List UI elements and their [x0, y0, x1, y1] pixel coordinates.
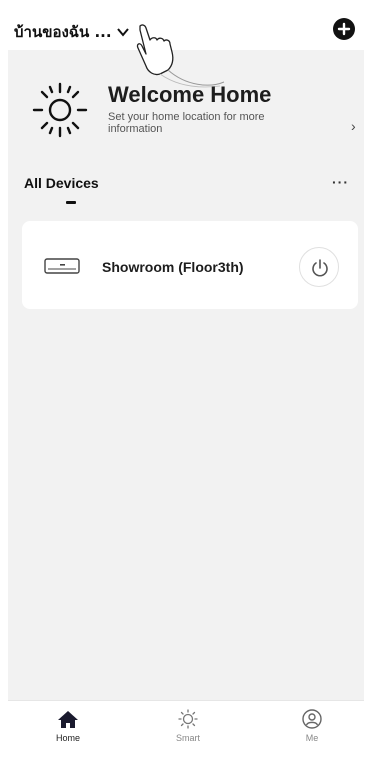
power-button[interactable]: [299, 247, 339, 287]
nav-smart[interactable]: Smart: [158, 709, 218, 743]
nav-home[interactable]: Home: [38, 709, 98, 743]
welcome-subtitle: Set your home location for more informat…: [108, 111, 265, 135]
home-icon: [58, 711, 78, 728]
nav-home-label: Home: [55, 733, 80, 743]
nav-me[interactable]: Me: [282, 709, 342, 743]
device-card[interactable]: Showroom (Floor3th): [22, 221, 358, 309]
bottom-nav: Home Smart Me: [8, 700, 364, 756]
nav-me-label: Me: [305, 733, 319, 743]
tab-indicator: [66, 201, 76, 204]
power-icon: [312, 259, 328, 277]
nav-smart-label: Smart: [175, 733, 200, 743]
home-name: บ้านของฉัน ...: [14, 23, 112, 41]
sun-icon: [32, 82, 88, 138]
app-screen: บ้านของฉัน ... Welcome Home Set your hom…: [8, 8, 364, 756]
welcome-title: Welcome Home: [108, 82, 272, 107]
device-name: Showroom (Floor3th): [102, 259, 244, 275]
sun-icon: [178, 709, 198, 729]
more-options-button[interactable]: ···: [332, 174, 349, 190]
plus-icon: [337, 22, 351, 36]
top-bar: บ้านของฉัน ...: [8, 8, 364, 50]
welcome-banner[interactable]: Welcome Home Set your home location for …: [8, 68, 364, 158]
add-button[interactable]: [333, 18, 355, 40]
profile-icon: [302, 709, 322, 729]
chevron-right-icon: ›: [351, 118, 356, 134]
all-devices-tab[interactable]: All Devices: [24, 175, 99, 191]
home-selector[interactable]: บ้านของฉัน ...: [14, 20, 130, 44]
air-conditioner-icon: [44, 258, 80, 274]
chevron-down-icon: [116, 28, 129, 37]
